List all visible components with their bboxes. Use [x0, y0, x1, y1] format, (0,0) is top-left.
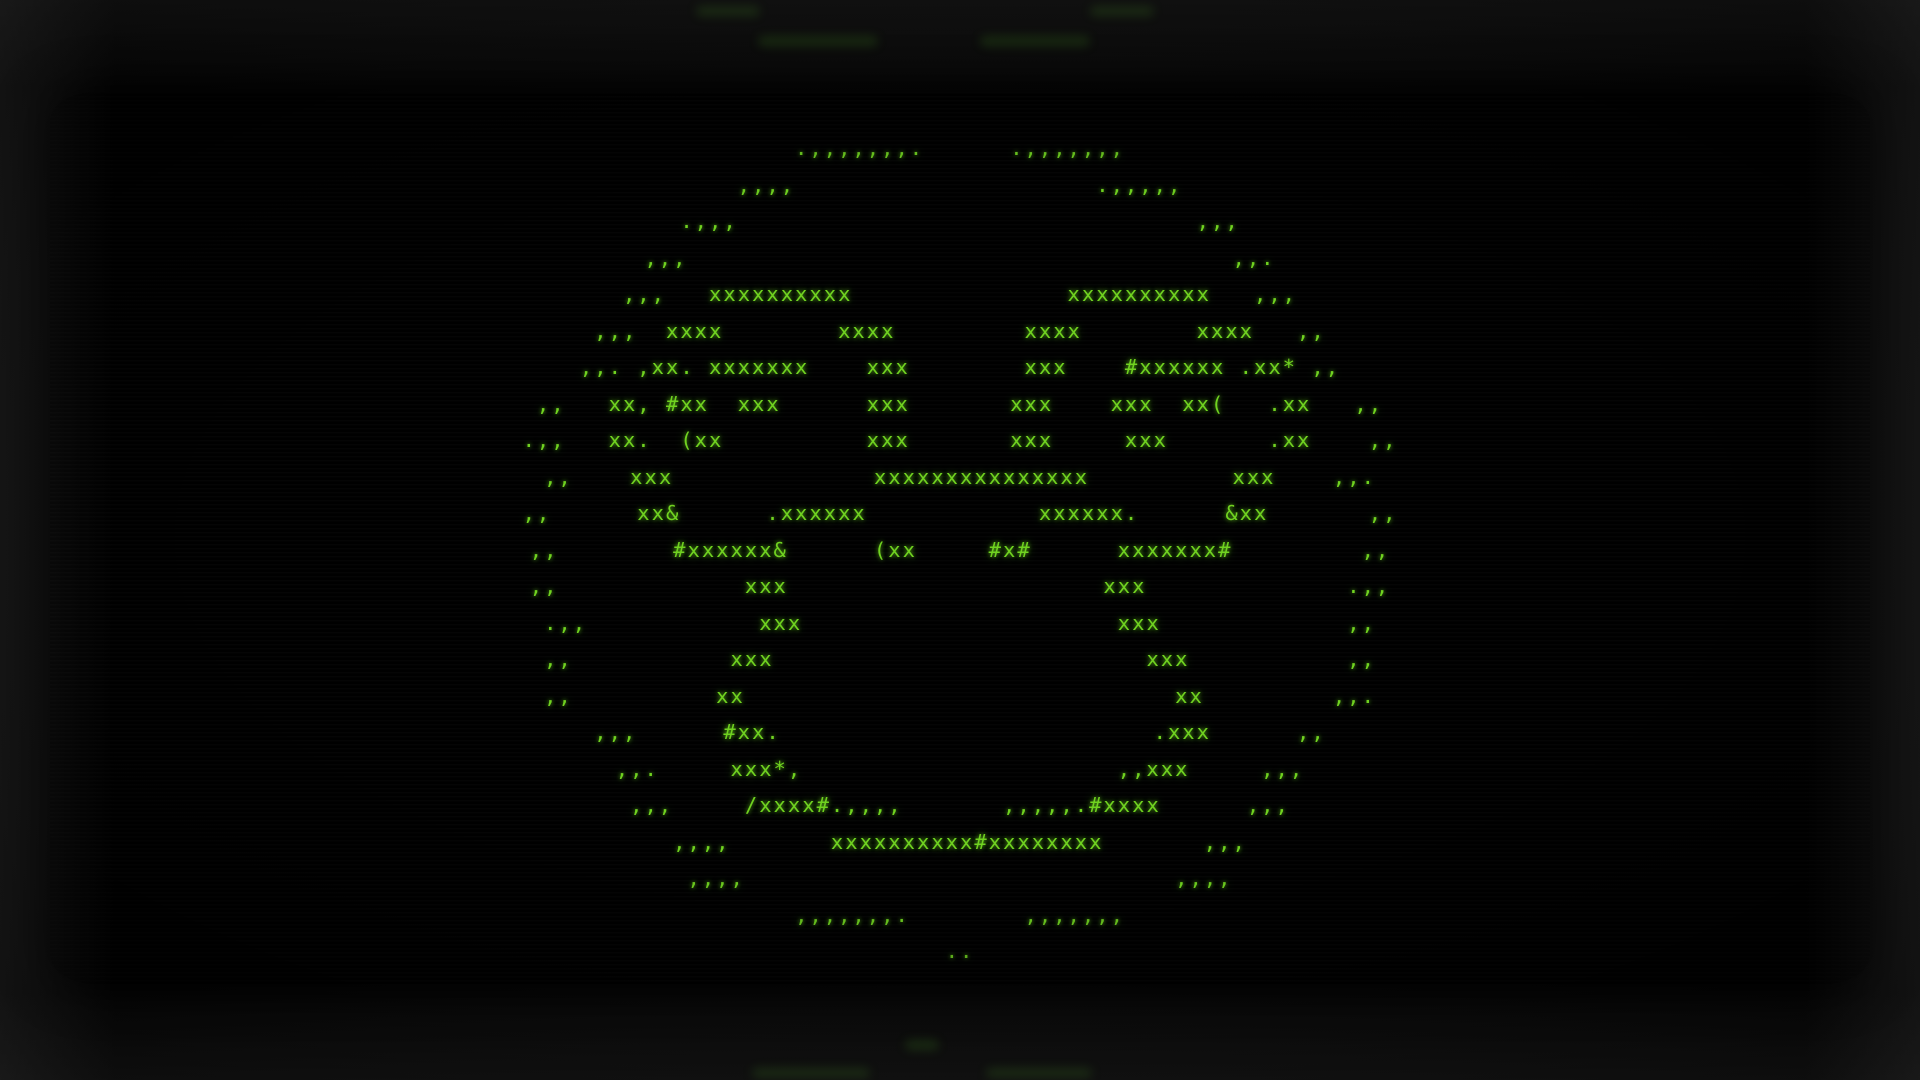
ascii-line: .,, xx. (xx xxx xxx xxx .xx ,,: [522, 428, 1398, 452]
ascii-line: ,, xx, #xx xxx xxx xxx xxx xx( .xx ,,: [536, 391, 1384, 416]
reflection-mark: [905, 1040, 939, 1050]
reflection-mark: [986, 1068, 1092, 1078]
ascii-line: ,,, ,,.: [644, 245, 1276, 270]
reflection-mark: [980, 36, 1090, 46]
reflection-mark: [758, 36, 878, 46]
ascii-line: ,,. ,xx. xxxxxxx xxx xxx #xxxxxx .xx* ,,: [579, 355, 1341, 379]
ascii-line: ,,,, ,,,,: [687, 866, 1233, 890]
ascii-line: ,,, #xx. .xxx ,,: [594, 720, 1326, 744]
ascii-line: .,,,,,,,. .,,,,,,,: [766, 136, 1154, 160]
ascii-line: ,,, xxxx xxxx xxxx xxxx ,,: [594, 318, 1326, 343]
ascii-art-face: .,,,,,,,. .,,,,,,, ,,,, .,,,,, .,,, ,,,,…: [50, 130, 1870, 970]
ascii-line: ,,,, .,,,,,: [709, 172, 1211, 197]
ascii-line: ,,,, xxxxxxxxxx#xxxxxxxx ,,,: [673, 829, 1247, 854]
ascii-line: ,, xxx xxx .,,: [529, 574, 1391, 598]
ascii-line: ,,. xxx*, ,,xxx ,,,: [615, 756, 1305, 781]
crt-screen: .,,,,,,,. .,,,,,,, ,,,, .,,,,, .,,, ,,,,…: [50, 92, 1870, 984]
reflection-mark: [696, 6, 760, 16]
crt-monitor: .,,,,,,,. .,,,,,,, ,,,, .,,,,, .,,, ,,,,…: [0, 0, 1920, 1080]
ascii-line: .,,, ,,,: [680, 209, 1240, 233]
ascii-line: .,, xxx xxx ,,: [544, 610, 1376, 635]
ascii-line: ,, xxx xxx ,,: [544, 647, 1376, 671]
ascii-line: ,,, /xxxx#.,,,, ,,,,,.#xxxx ,,,: [630, 793, 1290, 817]
ascii-line: ,, xxx xxxxxxxxxxxxxxx xxx ,,.: [544, 464, 1376, 489]
ascii-line: ,, #xxxxxx& (xx #x# xxxxxxx# ,,: [529, 537, 1391, 562]
ascii-line: ,, xx& .xxxxxx xxxxxx. &xx ,,: [522, 501, 1398, 525]
ascii-line: ..: [945, 939, 975, 963]
reflection-mark: [1090, 6, 1154, 16]
ascii-line: ,, xx xx ,,.: [544, 683, 1376, 708]
ascii-line: ,,,,,,,. ,,,,,,,: [795, 902, 1125, 927]
reflection-mark: [752, 1068, 870, 1078]
ascii-line: ,,, xxxxxxxxxx xxxxxxxxxx ,,,: [622, 282, 1298, 306]
